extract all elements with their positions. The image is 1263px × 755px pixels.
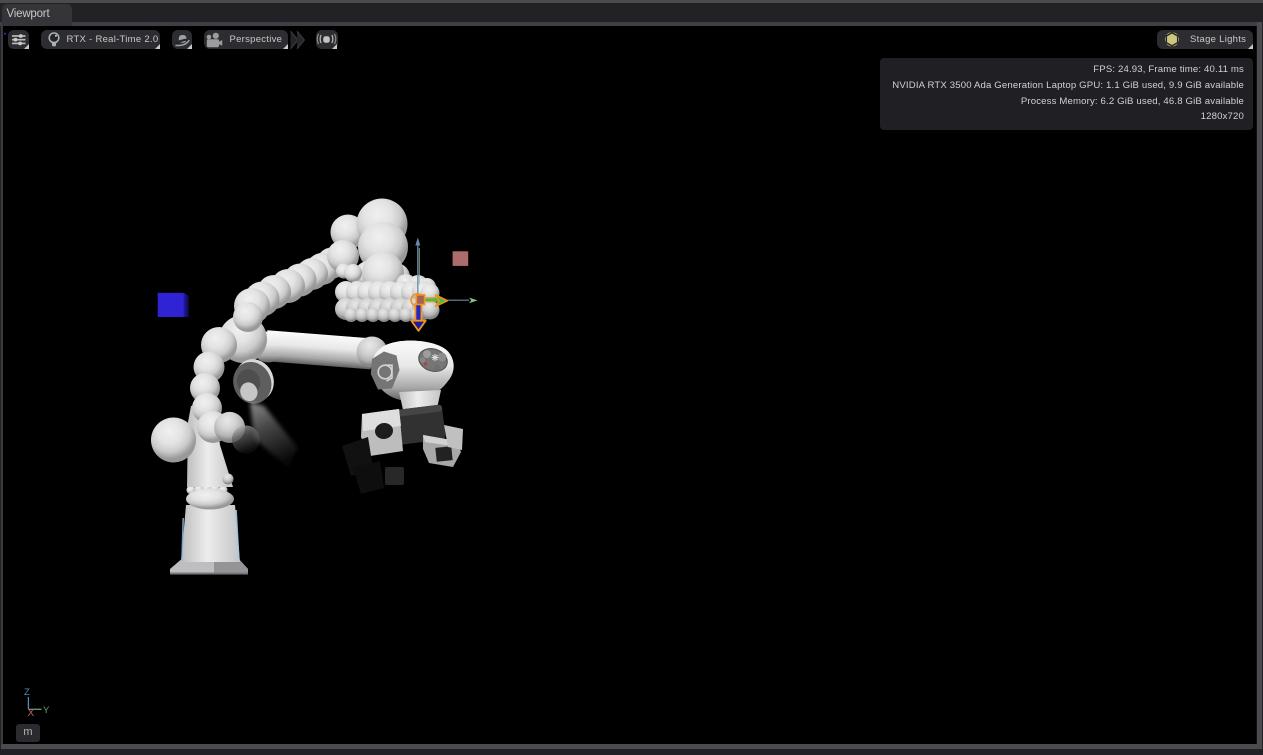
svg-text:Z: Z — [24, 687, 30, 698]
svg-text:X: X — [28, 708, 35, 719]
svg-text:Y: Y — [43, 705, 50, 716]
